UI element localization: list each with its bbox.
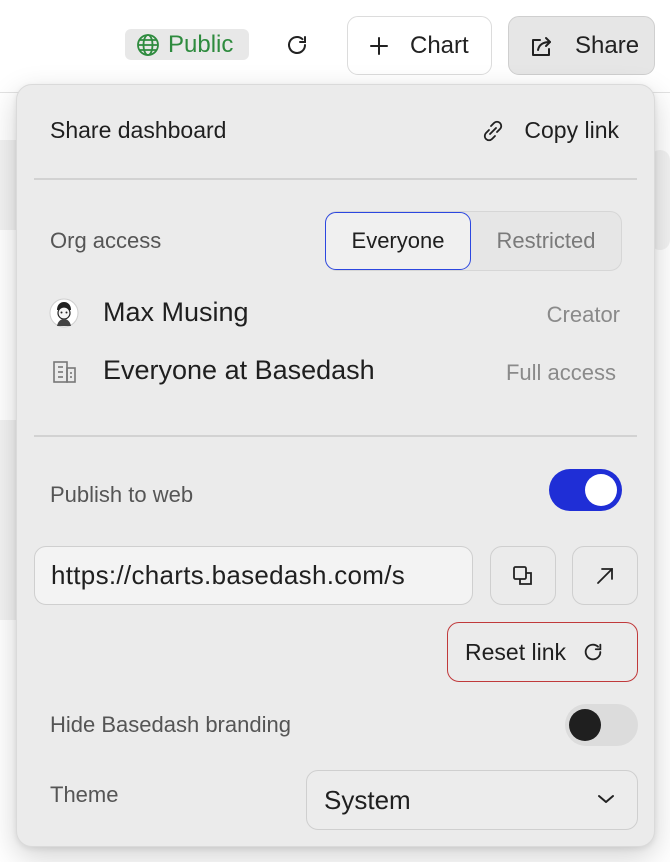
member-name: Max Musing bbox=[103, 297, 249, 327]
avatar bbox=[49, 298, 79, 327]
copy-link-button[interactable]: Copy link bbox=[480, 117, 619, 144]
copy-link-label: Copy link bbox=[524, 117, 619, 143]
visibility-badge[interactable]: Public bbox=[125, 29, 249, 60]
publish-to-web-label: Publish to web bbox=[50, 482, 194, 507]
dashboard-page: Public Chart Share Share dashboard Copy … bbox=[0, 0, 670, 862]
toggle-knob bbox=[569, 709, 601, 741]
plus-icon bbox=[370, 36, 388, 55]
member-name: Everyone at Basedash bbox=[103, 355, 375, 385]
org-access-label: Org access bbox=[50, 228, 162, 253]
refresh-icon bbox=[288, 36, 306, 54]
refresh-icon bbox=[584, 643, 602, 661]
chevron-down-icon bbox=[598, 795, 614, 803]
hide-branding-toggle[interactable] bbox=[565, 704, 638, 746]
org-access-option-everyone[interactable]: Everyone bbox=[325, 211, 471, 270]
building-icon bbox=[53, 360, 76, 383]
share-icon bbox=[532, 36, 551, 56]
publish-to-web-toggle[interactable] bbox=[549, 469, 622, 511]
link-icon bbox=[484, 120, 503, 141]
share-dashboard-panel: Share dashboard Copy link Org access Eve… bbox=[16, 84, 655, 847]
divider bbox=[34, 178, 637, 180]
hide-branding-label: Hide Basedash branding bbox=[50, 712, 291, 737]
chart-button-label: Chart bbox=[410, 31, 469, 59]
share-button[interactable]: Share bbox=[508, 16, 655, 75]
org-access-option-restricted[interactable]: Restricted bbox=[471, 213, 621, 269]
add-chart-button[interactable]: Chart bbox=[347, 16, 492, 75]
member-role: Creator bbox=[546, 302, 620, 327]
arrow-up-right-icon bbox=[597, 567, 613, 584]
copy-icon bbox=[513, 565, 532, 585]
org-access-segmented-control: Everyone Restricted bbox=[325, 211, 622, 271]
member-row: Max Musing bbox=[49, 297, 249, 328]
globe-icon bbox=[137, 33, 159, 56]
share-button-label: Share bbox=[575, 31, 640, 59]
theme-select[interactable]: System bbox=[306, 770, 638, 830]
member-role[interactable]: Full access bbox=[506, 360, 616, 386]
visibility-label: Public bbox=[168, 30, 234, 58]
reset-link-label: Reset link bbox=[465, 638, 566, 665]
copy-url-button[interactable] bbox=[490, 546, 556, 605]
public-url-field[interactable]: https://charts.basedash.com/s bbox=[34, 546, 473, 605]
theme-label: Theme bbox=[50, 782, 119, 807]
toggle-knob bbox=[585, 474, 617, 506]
refresh-button[interactable] bbox=[283, 31, 311, 59]
panel-title: Share dashboard bbox=[50, 117, 227, 143]
open-url-button[interactable] bbox=[572, 546, 638, 605]
theme-value: System bbox=[324, 784, 411, 815]
member-row: Everyone at Basedash bbox=[49, 355, 375, 386]
divider bbox=[34, 435, 637, 437]
reset-link-button[interactable]: Reset link bbox=[447, 622, 638, 682]
